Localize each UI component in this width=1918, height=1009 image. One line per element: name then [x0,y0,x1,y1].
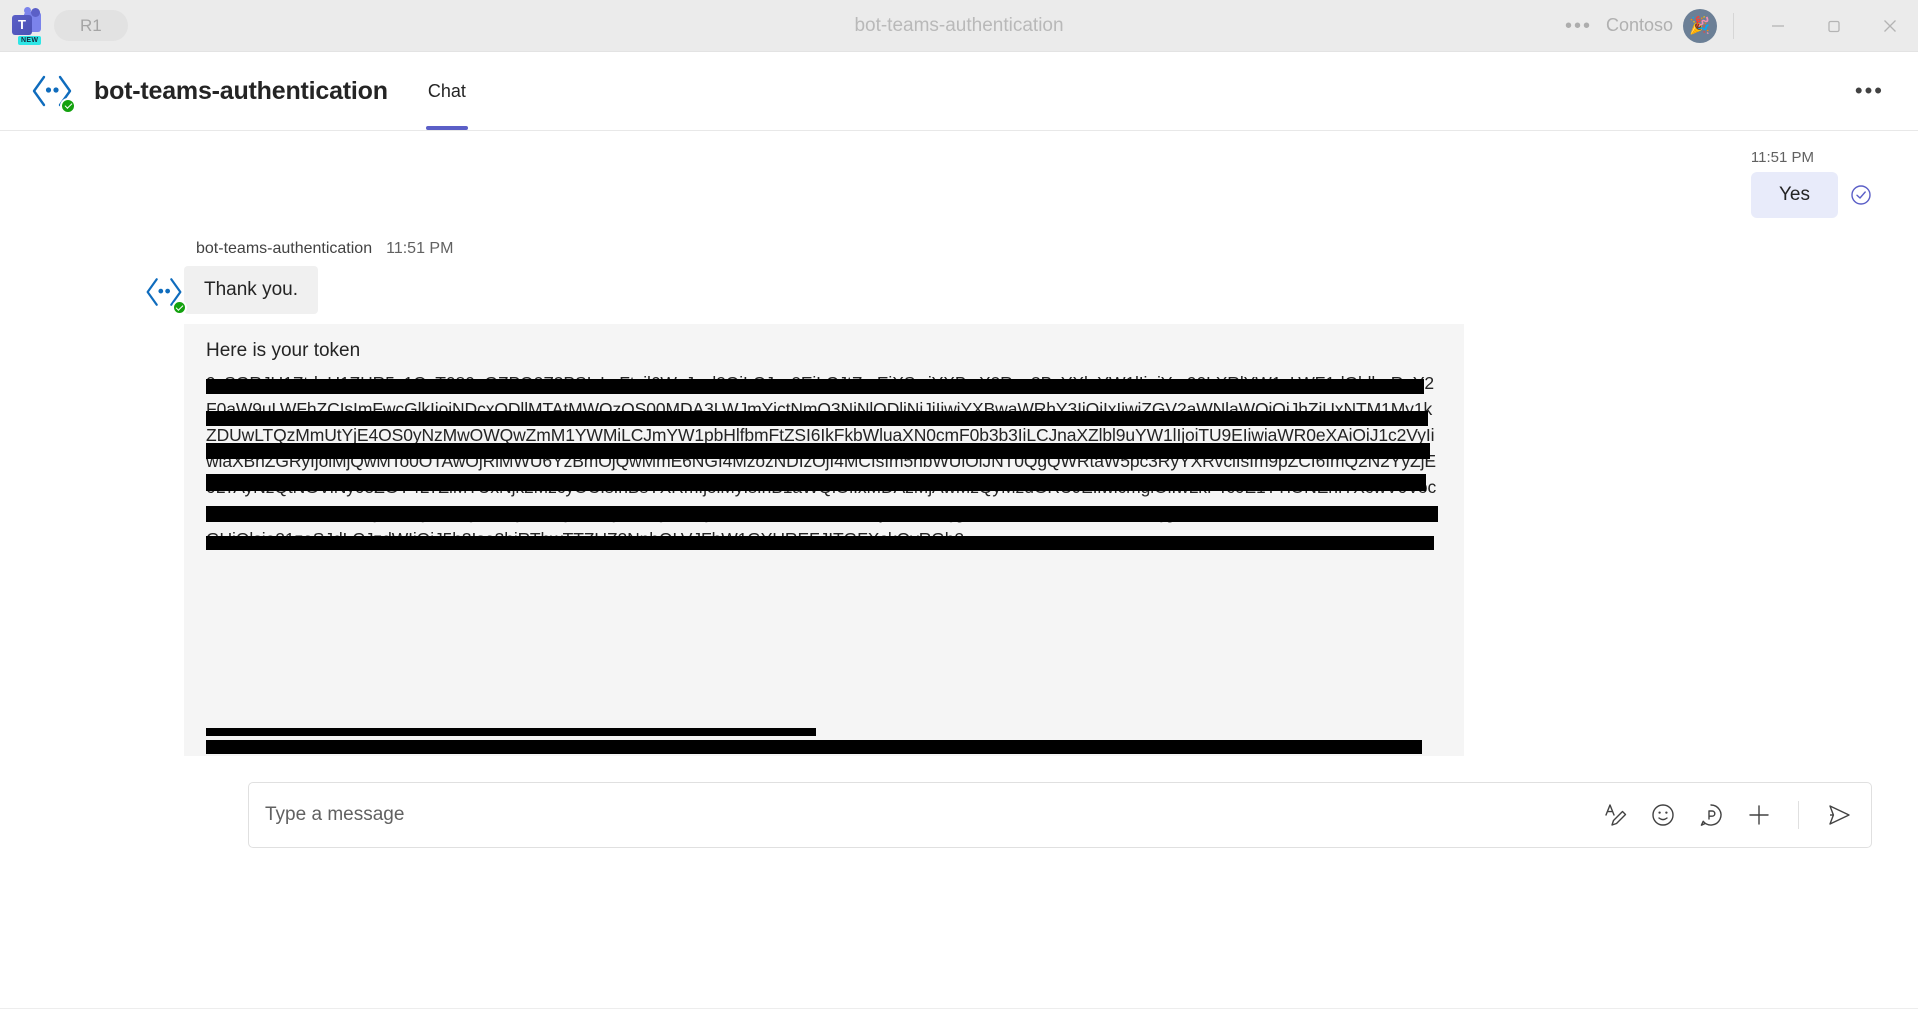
message-list: 11:51 PM Yes bot-teams-authentication 11… [0,131,1918,756]
tab-strip: Chat [414,52,480,130]
window-minimize-button[interactable] [1750,0,1806,52]
verified-badge-icon [172,300,187,315]
token-card-body[interactable]: 9xSGRJU1ZtdnU1ZHR5c1QvT080aGZPQ2Z3PSIsIm… [206,370,1442,552]
teams-logo-new-badge: NEW [18,35,42,45]
org-name-label: Contoso [1605,15,1673,35]
sticker-icon[interactable] [1698,802,1724,828]
composer[interactable] [248,782,1872,848]
message-incoming: bot-teams-authentication 11:51 PM Thank … [0,218,1918,756]
composer-divider [1798,801,1799,829]
window-titlebar: T NEW R1 bot-teams-authentication ••• Co… [0,0,1918,52]
titlebar-divider [1733,12,1734,39]
tab-chat[interactable]: Chat [414,52,480,130]
token-card: Here is your token 9xSGRJU1ZtdnU1ZHR5c1Q… [184,324,1464,756]
bot-avatar-small [144,272,187,315]
token-card-heading: Here is your token [206,340,361,361]
avatar-emoji: 🎉 [1689,15,1711,35]
user-avatar[interactable]: 🎉 [1683,8,1717,43]
chat-header-more-icon[interactable]: ••• [1845,80,1894,102]
seen-check-icon [1851,185,1871,205]
message-sender-name: bot-teams-authentication [196,240,373,257]
redaction-bar [206,536,1434,550]
composer-icons [1602,801,1853,829]
page-title: bot-teams-authentication [94,76,388,105]
teams-logo-letter: T [12,14,32,35]
titlebar-left-group: T NEW R1 [0,6,128,45]
send-icon[interactable] [1825,801,1853,829]
message-outgoing: 11:51 PM Yes [0,131,1918,218]
redaction-bar [206,506,1438,522]
redaction-bar [206,411,1428,426]
format-text-icon[interactable] [1602,802,1628,828]
incoming-body: Thank you. Here is your token 9xSGRJU1Zt… [146,266,1918,756]
teams-logo-icon: T NEW [12,6,42,45]
message-input[interactable] [265,804,1602,826]
window-close-button[interactable] [1862,0,1918,52]
message-bubble-outgoing[interactable]: Yes [1751,172,1838,218]
redaction-bar [206,728,816,736]
chat-header: bot-teams-authentication Chat ••• [0,52,1918,130]
outgoing-bubble-row: Yes [1751,172,1872,218]
message-timestamp: 11:51 PM [1750,149,1814,166]
incoming-meta: bot-teams-authentication 11:51 PM [196,240,1918,258]
titlebar-more-icon[interactable]: ••• [1551,16,1606,36]
redaction-bar [206,379,1424,394]
emoji-icon[interactable] [1650,802,1676,828]
composer-area [0,756,1918,848]
titlebar-right-group: ••• Contoso 🎉 [1551,0,1918,51]
redaction-bar [206,474,1426,491]
window-maximize-button[interactable] [1806,0,1862,52]
attach-icon[interactable] [1746,802,1772,828]
tab-chat-label: Chat [427,80,466,101]
message-bubble-incoming[interactable]: Thank you. [184,266,318,314]
app-badge-r1[interactable]: R1 [54,10,128,41]
incoming-column: Thank you. Here is your token 9xSGRJU1Zt… [184,266,1918,756]
redaction-bar [206,740,1422,754]
redaction-bar [206,443,1430,459]
bot-avatar [30,69,76,114]
verified-badge-icon [60,98,76,114]
message-timestamp: 11:51 PM [386,240,454,257]
